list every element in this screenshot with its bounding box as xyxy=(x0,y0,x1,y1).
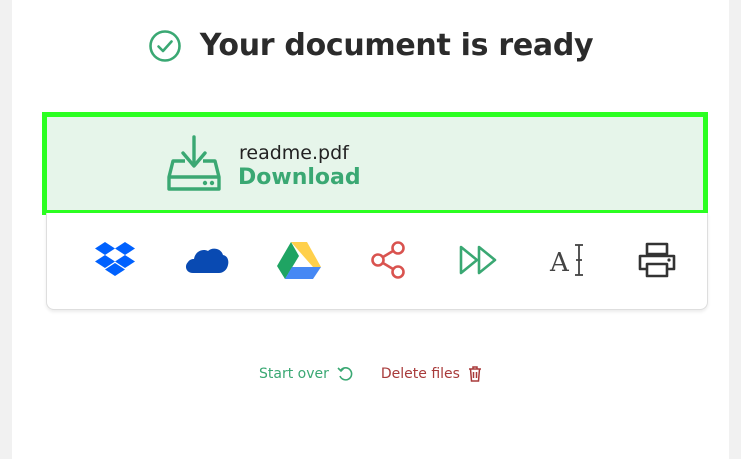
dropbox-icon xyxy=(95,242,135,276)
undo-icon xyxy=(337,367,353,381)
dropbox-button[interactable] xyxy=(91,237,139,283)
share-icon xyxy=(371,241,405,279)
start-over-link[interactable]: Start over xyxy=(259,366,353,382)
google-drive-button[interactable] xyxy=(275,237,323,283)
onedrive-button[interactable] xyxy=(182,237,230,283)
ocr-button[interactable]: A xyxy=(544,237,592,283)
download-icon xyxy=(167,135,221,191)
page-title-text: Your document is ready xyxy=(199,28,594,63)
download-label: Download xyxy=(238,165,361,190)
share-button[interactable] xyxy=(365,237,413,283)
onedrive-icon xyxy=(185,248,229,273)
footer-links: Start over Delete files xyxy=(0,366,741,382)
printer-icon xyxy=(638,242,676,278)
start-over-label: Start over xyxy=(259,366,329,382)
delete-files-link[interactable]: Delete files xyxy=(381,366,482,382)
page-title: Your document is ready xyxy=(0,28,741,63)
download-button[interactable]: readme.pdf Download xyxy=(42,112,708,215)
google-drive-icon xyxy=(277,242,321,279)
forward-button[interactable] xyxy=(455,237,503,283)
svg-text:A: A xyxy=(549,248,570,278)
share-toolbar: A xyxy=(46,213,708,310)
delete-files-label: Delete files xyxy=(380,366,460,382)
file-name: readme.pdf xyxy=(239,142,349,164)
result-page: Your document is ready readme.pdf Downlo… xyxy=(12,0,729,459)
check-circle-icon xyxy=(148,29,181,62)
print-button[interactable] xyxy=(633,237,681,283)
trash-icon xyxy=(468,366,481,382)
forward-icon xyxy=(459,245,497,275)
ocr-text-icon: A xyxy=(549,244,583,278)
